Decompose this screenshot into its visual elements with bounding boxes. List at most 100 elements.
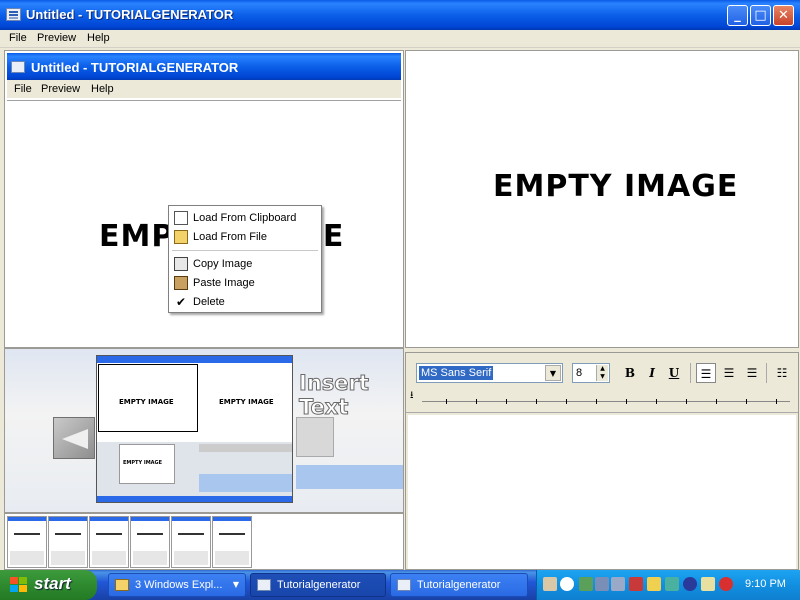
text-editor: MS Sans Serif ▼ 8 ▲ ▼ B I U ☰ ☰ ☰ ☷ ⭳ — [405, 352, 799, 570]
bluetooth-icon[interactable] — [683, 577, 697, 591]
mini-empty-label-right: EMPTY IMAGE — [219, 398, 274, 406]
inner-menu-file: File — [14, 83, 32, 95]
document-icon — [174, 211, 188, 225]
inner-window-title: Untitled - TUTORIALGENERATOR — [31, 60, 239, 75]
audio-icon[interactable] — [665, 577, 679, 591]
app-icon — [6, 8, 21, 21]
bullet-list-button[interactable]: ☷ — [772, 363, 792, 383]
taskbar: start 3 Windows Expl... ▼ Tutorialgenera… — [0, 570, 800, 600]
inner-app-icon — [11, 61, 25, 73]
back-arrow-icon[interactable] — [560, 577, 574, 591]
folder-open-icon — [174, 230, 188, 244]
taskbar-button-label: 3 Windows Expl... — [135, 579, 223, 591]
mini-empty-label-left: EMPTY IMAGE — [119, 398, 174, 406]
menu-item-paste-image[interactable]: Paste Image — [169, 274, 321, 292]
window-title-bar[interactable]: Untitled - TUTORIALGENERATOR _ □ ✕ — [0, 0, 800, 30]
mini-blue-strip — [199, 474, 292, 492]
folder-icon — [115, 579, 129, 591]
font-select[interactable]: MS Sans Serif ▼ — [416, 363, 563, 383]
inner-menu-help: Help — [91, 83, 114, 95]
filmstrip-thumbnail[interactable] — [48, 516, 88, 568]
windows-logo-icon — [10, 577, 28, 593]
app-icon — [397, 579, 411, 591]
menu-item-load-from-clipboard[interactable]: Load From Clipboard — [169, 209, 321, 227]
security-shield-icon[interactable] — [629, 577, 643, 591]
blue-highlight-shape[interactable] — [296, 465, 403, 489]
filmstrip-thumbnail[interactable] — [7, 516, 47, 568]
menu-item-load-from-file[interactable]: Load From File — [169, 228, 321, 246]
rich-text-area[interactable] — [408, 415, 796, 569]
menu-item-label: Paste Image — [193, 277, 255, 289]
bold-button[interactable]: B — [620, 363, 640, 383]
inner-divider — [7, 100, 401, 101]
filmstrip[interactable] — [4, 513, 404, 570]
italic-button[interactable]: I — [642, 363, 662, 383]
menu-separator — [172, 250, 318, 251]
mini-title-bar — [97, 356, 292, 363]
inner-menu-bar: File Preview Help — [7, 80, 401, 98]
menu-item-label: Load From File — [193, 231, 267, 243]
insert-text-label[interactable]: Insert Text — [299, 371, 403, 420]
align-center-button[interactable]: ☰ — [719, 363, 739, 383]
taskbar-button-tutorialgenerator-active[interactable]: Tutorialgenerator — [250, 573, 386, 597]
check-icon: ✔ — [175, 295, 187, 309]
menu-item-label: Delete — [193, 296, 225, 308]
context-menu: Load From Clipboard Load From File Copy … — [168, 205, 322, 313]
filmstrip-thumbnail[interactable] — [130, 516, 170, 568]
right-image-pane[interactable]: EMPTY IMAGE — [405, 50, 799, 348]
clock[interactable]: 9:10 PM — [745, 578, 786, 590]
mini-empty-label-small: EMPTY IMAGE — [123, 460, 163, 466]
close-button[interactable]: ✕ — [773, 5, 794, 26]
chevron-down-icon[interactable]: ▼ — [545, 365, 561, 381]
inner-menu-preview: Preview — [41, 83, 81, 95]
app-icon — [257, 579, 271, 591]
align-left-button[interactable]: ☰ — [696, 363, 716, 383]
window-title: Untitled - TUTORIALGENERATOR — [26, 7, 234, 22]
filmstrip-thumbnail[interactable] — [171, 516, 211, 568]
arrow-shape-button[interactable] — [53, 417, 95, 459]
composition-canvas[interactable]: EMPTY IMAGE EMPTY IMAGE EMPTY IMAGE Inse… — [4, 348, 404, 513]
chevron-down-icon: ▼ — [232, 580, 239, 589]
removable-device-icon[interactable] — [701, 577, 715, 591]
taskbar-button-label: Tutorialgenerator — [277, 579, 361, 591]
maximize-button[interactable]: □ — [750, 5, 771, 26]
menu-item-delete[interactable]: ✔ Delete — [169, 293, 321, 311]
menu-file[interactable]: File — [9, 32, 27, 44]
menu-item-label: Copy Image — [193, 258, 253, 270]
underline-button[interactable]: U — [664, 363, 684, 383]
font-size-stepper[interactable]: 8 ▲ ▼ — [572, 363, 610, 383]
font-size-value: 8 — [576, 367, 583, 379]
menu-help[interactable]: Help — [87, 32, 110, 44]
filmstrip-thumbnail[interactable] — [89, 516, 129, 568]
spinner-arrows-icon[interactable]: ▲ ▼ — [596, 365, 608, 381]
taskbar-button-tutorialgenerator[interactable]: Tutorialgenerator — [390, 573, 528, 597]
grey-shape[interactable] — [296, 417, 334, 457]
mini-toolbar — [199, 444, 292, 452]
monitor-icon[interactable] — [595, 577, 609, 591]
system-tray: 9:10 PM — [536, 570, 800, 600]
minimize-button[interactable]: _ — [727, 5, 748, 26]
copy-icon — [174, 257, 188, 271]
network-icon[interactable] — [579, 577, 593, 591]
screenshot-thumbnail[interactable]: EMPTY IMAGE EMPTY IMAGE EMPTY IMAGE — [96, 355, 293, 503]
badge-icon[interactable] — [647, 577, 661, 591]
tool-icon[interactable] — [543, 577, 557, 591]
font-select-value: MS Sans Serif — [419, 366, 494, 380]
filmstrip-thumbnail[interactable] — [212, 516, 252, 568]
toolbar-separator — [766, 363, 767, 383]
menu-item-copy-image[interactable]: Copy Image — [169, 255, 321, 273]
start-button[interactable]: start — [0, 570, 97, 600]
taskbar-button-label: Tutorialgenerator — [417, 579, 501, 591]
align-right-button[interactable]: ☰ — [742, 363, 762, 383]
antivirus-icon[interactable] — [719, 577, 733, 591]
inner-window-title-bar: Untitled - TUTORIALGENERATOR — [7, 53, 401, 80]
ruler-baseline — [422, 401, 790, 402]
mini-taskbar — [97, 496, 292, 502]
indent-marker-icon[interactable]: ⭳ — [410, 391, 414, 401]
network-disconnected-icon[interactable] — [611, 577, 625, 591]
paste-icon — [174, 276, 188, 290]
ruler[interactable]: ⭳ — [406, 389, 798, 413]
start-label: start — [34, 574, 71, 593]
menu-preview[interactable]: Preview — [37, 32, 76, 44]
taskbar-button-explorer[interactable]: 3 Windows Expl... ▼ — [108, 573, 246, 597]
